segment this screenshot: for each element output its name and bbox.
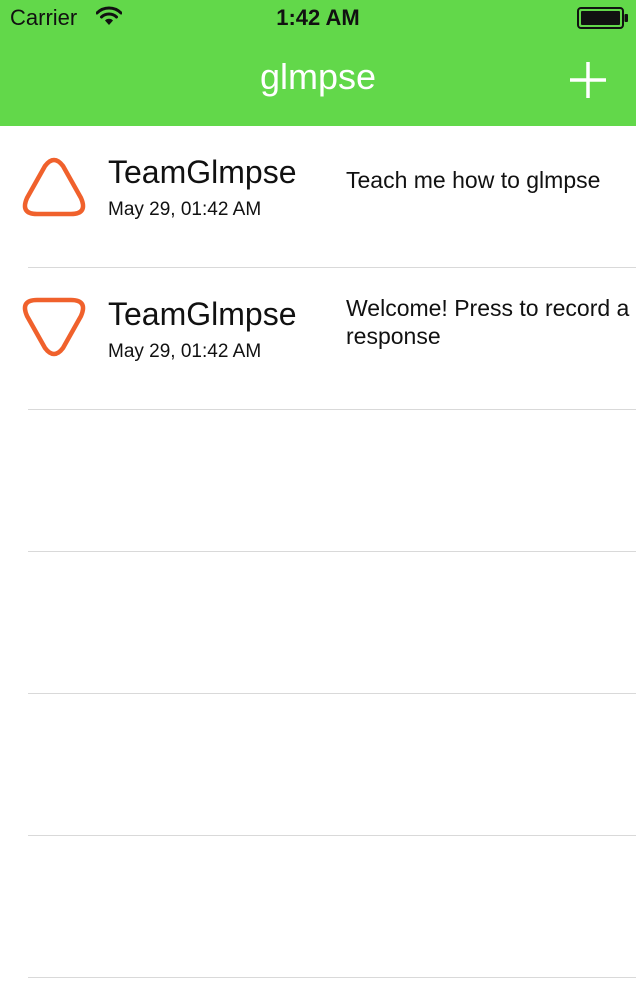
status-time: 1:42 AM (276, 5, 360, 30)
empty-row (0, 552, 636, 694)
app-title: glmpse (259, 56, 377, 97)
navigation-bar: glmpse (0, 36, 636, 126)
message-date: May 29, 01:42 AM (108, 199, 262, 220)
battery-full-icon (577, 7, 628, 29)
message-list: TeamGlmpse May 29, 01:42 AM Teach me how… (0, 126, 636, 983)
sender-name: TeamGlmpse (108, 296, 297, 332)
triangle-down-icon (22, 297, 86, 357)
app-screen: Carrier 1:42 AM glmpse TeamGlmpse May 29… (0, 0, 636, 983)
row-divider (28, 977, 636, 978)
status-bar: Carrier 1:42 AM (0, 0, 636, 36)
message-row-1[interactable]: TeamGlmpse May 29, 01:42 AM Teach me how… (0, 126, 636, 268)
message-row-2[interactable]: TeamGlmpse May 29, 01:42 AM Welcome! Pre… (0, 268, 636, 410)
empty-row (0, 694, 636, 836)
empty-row (0, 410, 636, 552)
header: Carrier 1:42 AM glmpse (0, 0, 636, 126)
message-text: Teach me how to glmpse (346, 167, 601, 193)
plus-icon[interactable] (566, 58, 610, 102)
triangle-up-icon (22, 157, 86, 217)
empty-row (0, 836, 636, 978)
sender-name: TeamGlmpse (108, 154, 297, 190)
message-date: May 29, 01:42 AM (108, 341, 262, 362)
message-text: Welcome! Press to record a response (346, 295, 630, 349)
